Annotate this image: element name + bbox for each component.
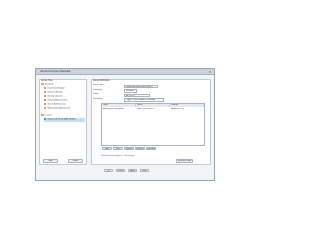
group-type-field[interactable]: Standard <box>124 89 137 93</box>
table-cell-object[interactable]: Administrators (local group) <box>102 108 136 111</box>
group-role-icon <box>44 87 47 90</box>
cancel-button[interactable]: Cancel <box>116 169 125 173</box>
group-role-icon <box>44 118 47 121</box>
tree-group-standard[interactable]: Standard <box>41 83 53 87</box>
group-definition-header: Group Definition <box>93 80 110 82</box>
move-up-button[interactable]: Move up <box>135 147 145 151</box>
owner-status-icon <box>125 94 128 97</box>
apply-button[interactable]: Apply <box>128 169 137 173</box>
folder-icon <box>41 114 44 116</box>
tree-item-replicated-group[interactable]: Replicated Group (BAS DEMO) <box>44 118 85 123</box>
group-role-icon <box>44 99 47 102</box>
group-name-field[interactable]: Replicated Group (BAS DEMO) <box>124 84 158 89</box>
ok-button[interactable]: OK <box>104 169 113 173</box>
tree-item-label: Business Analyst <box>47 91 63 94</box>
tree-group-label: Custom <box>44 114 52 117</box>
close-icon[interactable]: × <box>207 69 213 75</box>
tree-group-custom[interactable]: Custom <box>41 114 52 118</box>
evaluate-group-button[interactable]: Evaluate Group <box>176 159 193 163</box>
group-role-icon <box>44 107 47 110</box>
tree-group-label: Standard <box>44 83 54 86</box>
group-role-icon <box>44 91 47 94</box>
owner-label: Owner: <box>93 93 100 95</box>
tree-item-label: Workstation Administrator <box>47 107 71 110</box>
window-title: Advanced Group Definition <box>40 70 71 73</box>
add-condition-button[interactable]: Add <box>102 147 112 151</box>
description-label: Description: <box>93 97 103 100</box>
group-recursion-text: Group Recursion (Objects — Sub groups) <box>101 155 135 157</box>
owner-dropdown[interactable]: Default <box>124 93 150 98</box>
delete-group-button[interactable]: Delete <box>68 159 83 163</box>
move-down-button[interactable]: Move down <box>146 147 156 151</box>
new-group-button[interactable]: New <box>43 159 58 163</box>
description-field[interactable]: Trigger: If any condition is satisfied <box>124 98 164 102</box>
help-button[interactable]: Help <box>140 169 149 173</box>
tree-item-label: Backup Operator <box>47 95 63 98</box>
owner-value: Default <box>128 95 135 98</box>
tree-item-label: Server Administrator <box>47 103 66 106</box>
table-cell-condition[interactable]: Equal (Jan 22 0°) <box>170 108 204 111</box>
table-cell-source[interactable]: LDAP-DOM-DEMO-DC <box>136 108 170 111</box>
group-role-icon <box>44 95 47 98</box>
tree-item-label: Network Administrator <box>47 99 68 102</box>
group-name-label: Group name: <box>93 84 105 86</box>
group-type-label: Group type: <box>93 88 103 91</box>
group-role-icon <box>44 103 47 106</box>
tree-item-label: Replicated Group (BAS DEMO) <box>47 118 76 121</box>
tree-item-label: Information Analyst <box>47 87 65 90</box>
remove-condition-button[interactable]: Remove <box>124 147 134 151</box>
edit-condition-button[interactable]: Edit <box>113 147 123 151</box>
tree-item-workstation-administrator[interactable]: Workstation Administrator <box>44 107 70 111</box>
folder-icon <box>41 83 44 85</box>
